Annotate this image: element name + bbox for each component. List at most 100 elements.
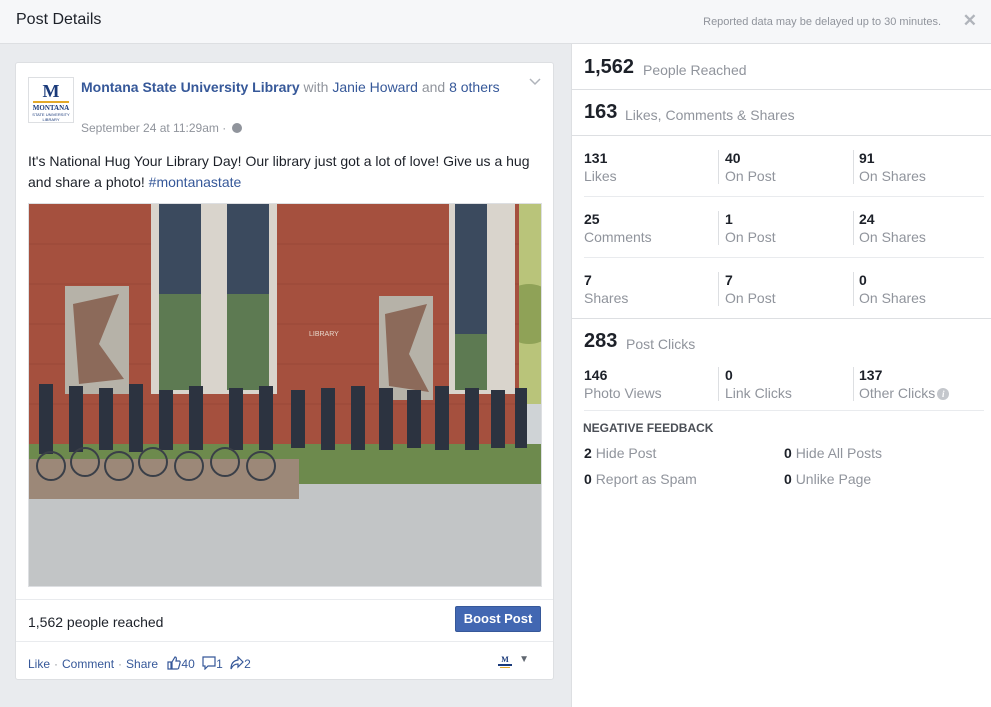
divider [584, 257, 984, 258]
post-preview-panel: M MONTANA STATE UNIVERSITY LIBRARY Monta… [0, 44, 571, 707]
like-link[interactable]: Like [28, 657, 50, 671]
globe-icon [231, 123, 242, 133]
divider [718, 150, 719, 184]
comment-icon [202, 656, 216, 673]
link-clicks-value: 0 [725, 367, 733, 383]
unlike-page-value: 0 [784, 471, 792, 487]
other-clicks-value: 137 [859, 367, 883, 383]
hide-all-posts-value: 0 [784, 445, 792, 461]
clicks-label: Post Clicks [626, 336, 696, 352]
shares-total: 7 [584, 272, 592, 288]
divider [584, 196, 984, 197]
hide-post-label: Hide Post [595, 445, 657, 461]
other-clicks-label: Other Clicks [859, 385, 936, 401]
svg-text:LIBRARY: LIBRARY [309, 331, 339, 338]
hashtag-link[interactable]: #montanastate [149, 174, 242, 190]
post-header: Montana State University Library with Ja… [81, 77, 501, 98]
thumbs-up-icon [167, 656, 182, 673]
report-spam-value: 0 [584, 471, 592, 487]
negative-feedback-title: NEGATIVE FEEDBACK [583, 421, 714, 435]
people-reached-text: 1,562 people reached [28, 614, 164, 630]
divider [718, 272, 719, 306]
logo-letter: M [42, 81, 60, 101]
comment-count[interactable]: 1 [216, 657, 223, 671]
like-count[interactable]: 40 [181, 657, 194, 671]
post-photo[interactable]: LIBRARY [28, 203, 542, 587]
tagged-person-link[interactable]: Janie Howard [332, 79, 418, 95]
post-date[interactable]: September 24 at 11:29am [81, 121, 219, 135]
photo-views-value: 146 [584, 367, 608, 383]
top-bar: Post Details Reported data may be delaye… [0, 0, 991, 44]
logo-line1: MONTANA [32, 104, 70, 112]
chevron-down-icon[interactable] [529, 75, 541, 87]
divider [718, 367, 719, 401]
post-meta: September 24 at 11:29am · [81, 121, 242, 135]
reached-value: 1,562 [584, 56, 635, 78]
engagement-value: 163 [584, 101, 618, 123]
divider [572, 135, 991, 136]
likes-total: 131 [584, 150, 608, 166]
others-link[interactable]: 8 others [449, 79, 500, 95]
logo-line3: LIBRARY [42, 117, 60, 122]
shares-on-post-label: On Post [725, 290, 776, 306]
hide-all-posts-stat: 0 Hide All Posts [784, 445, 882, 461]
post-text: It's National Hug Your Library Day! Our … [28, 151, 538, 193]
share-link[interactable]: Share [126, 657, 158, 671]
divider [853, 272, 854, 306]
divider [718, 211, 719, 245]
caret-down-icon[interactable]: ▼ [519, 654, 529, 665]
likes-on-post-label: On Post [725, 168, 776, 184]
divider [584, 410, 984, 411]
separator: · [118, 657, 123, 671]
comment-link[interactable]: Comment [62, 657, 114, 671]
engagement-label: Likes, Comments & Shares [625, 107, 795, 123]
reached-label: People Reached [643, 62, 747, 78]
share-icon [230, 655, 244, 673]
meta-dot: · [222, 121, 230, 135]
share-count[interactable]: 2 [244, 657, 251, 671]
info-icon[interactable]: i [937, 388, 950, 400]
page-avatar[interactable]: M MONTANA STATE UNIVERSITY LIBRARY [28, 77, 74, 123]
and-text: and [421, 79, 446, 95]
divider [572, 89, 991, 90]
hide-all-posts-label: Hide All Posts [795, 445, 883, 461]
page-name-link[interactable]: Montana State University Library [81, 79, 300, 95]
shares-total-label: Shares [584, 290, 629, 306]
divider [853, 150, 854, 184]
hide-post-value: 2 [584, 445, 592, 461]
shares-on-shares: 0 [859, 272, 867, 288]
likes-total-label: Likes [584, 168, 617, 184]
photo-views-label: Photo Views [584, 385, 662, 401]
unlike-page-stat: 0 Unlike Page [784, 471, 871, 487]
unlike-page-label: Unlike Page [795, 471, 872, 487]
shares-on-shares-label: On Shares [859, 290, 926, 306]
logo-bar [33, 101, 69, 103]
insights-panel: 1,562 People Reached 163 Likes, Comments… [571, 44, 991, 707]
link-clicks-label: Link Clicks [725, 385, 792, 401]
divider [853, 211, 854, 245]
action-row: Like · Comment · Share 40 1 2 M ▼ [16, 641, 553, 679]
dialog-title: Post Details [16, 11, 102, 28]
page-identity-icon[interactable]: M [495, 654, 515, 670]
comments-on-post: 1 [725, 211, 733, 227]
close-icon[interactable]: ✕ [963, 11, 977, 31]
likes-on-shares-label: On Shares [859, 168, 926, 184]
post-card: M MONTANA STATE UNIVERSITY LIBRARY Monta… [15, 62, 554, 680]
with-text: with [303, 79, 329, 95]
hide-post-stat: 2 Hide Post [584, 445, 656, 461]
clicks-value: 283 [584, 330, 618, 352]
data-delay-note: Reported data may be delayed up to 30 mi… [703, 16, 941, 28]
comments-on-post-label: On Post [725, 229, 776, 245]
report-spam-label: Report as Spam [595, 471, 697, 487]
likes-on-shares: 91 [859, 150, 875, 166]
svg-text:M: M [501, 655, 509, 664]
boost-post-button[interactable]: Boost Post [455, 606, 541, 632]
comments-on-shares-label: On Shares [859, 229, 926, 245]
other-clicks-label-wrap: Other Clicks i [859, 385, 950, 401]
divider [853, 367, 854, 401]
comments-total-label: Comments [584, 229, 652, 245]
comments-total: 25 [584, 211, 600, 227]
divider [572, 318, 991, 319]
likes-on-post: 40 [725, 150, 741, 166]
report-spam-stat: 0 Report as Spam [584, 471, 697, 487]
